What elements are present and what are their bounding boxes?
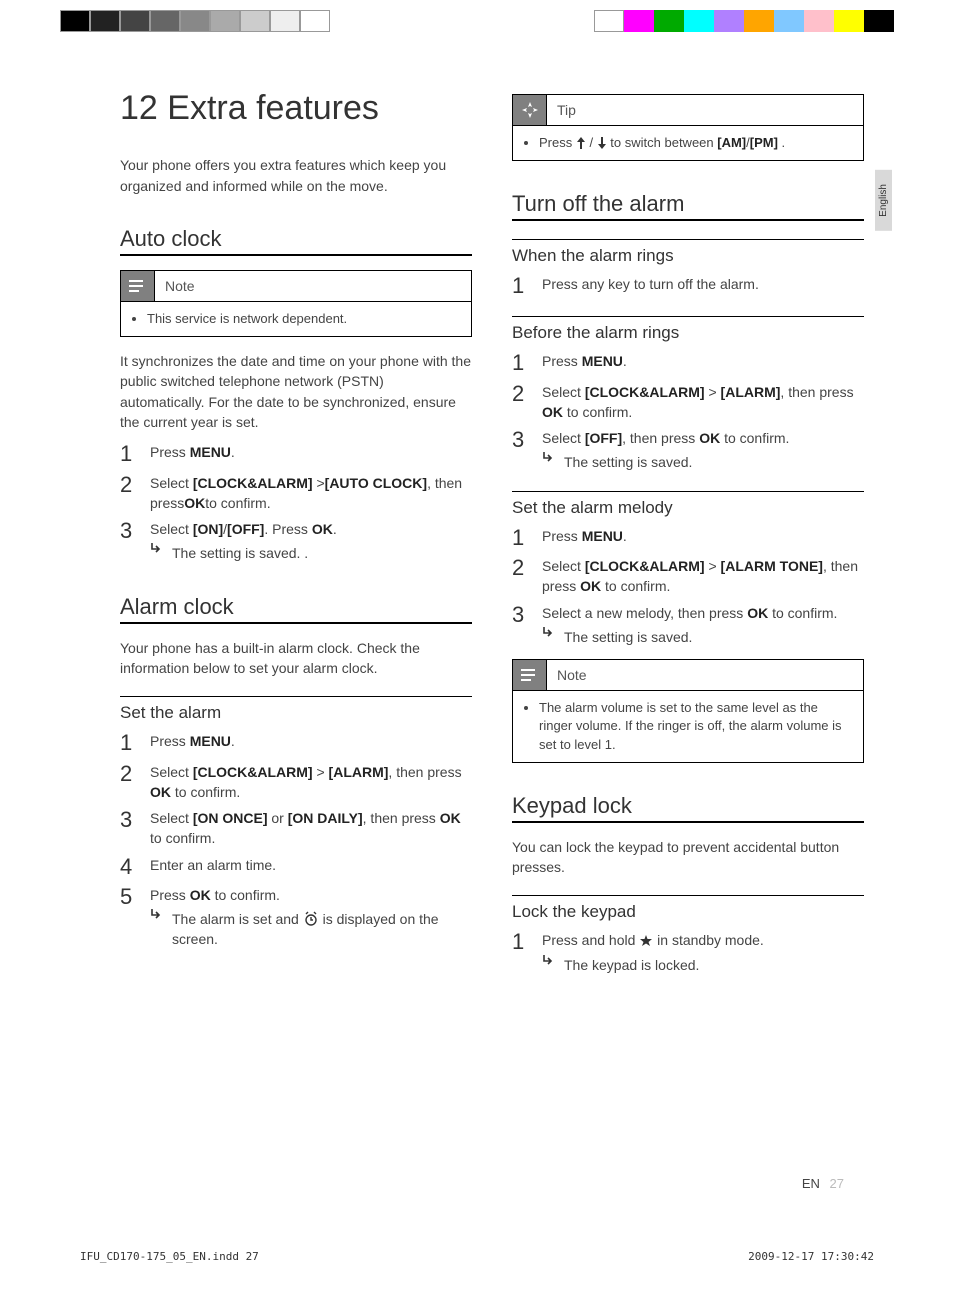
step-text: Press MENU. [542,351,864,375]
step-text: Select [OFF], then press OK to confirm. … [542,428,864,473]
print-slug: IFU_CD170-175_05_EN.indd 27 2009-12-17 1… [80,1250,874,1263]
note-text: The alarm volume is set to the same leve… [539,699,851,754]
color-swatches [594,10,894,32]
intro-text: Your phone offers you extra features whi… [120,155,472,196]
step-text: Select [CLOCK&ALARM] >[AUTO CLOCK], then… [150,473,472,514]
tip-box: Tip Press / to switch between [AM]/[PM] … [512,94,864,161]
melody-steps: 1Press MENU. 2Select [CLOCK&ALARM] > [AL… [512,526,864,647]
slug-filename: IFU_CD170-175_05_EN.indd 27 [80,1250,259,1263]
note-label: Note [165,272,195,300]
note-icon [513,660,547,690]
star-key-icon [639,934,653,948]
auto-clock-steps: 1Press MENU. 2Select [CLOCK&ALARM] >[AUT… [120,442,472,563]
result-arrow-icon [150,543,164,563]
step-text: Select a new melody, then press OK to co… [542,603,864,648]
down-arrow-key-icon [597,136,607,150]
tip-text: Press / to switch between [AM]/[PM] . [539,134,851,152]
result-arrow-icon [542,627,556,647]
grayscale-swatches [60,10,330,32]
page-content: 12 Extra features Your phone offers you … [120,90,864,1191]
left-column: 12 Extra features Your phone offers you … [120,90,472,1191]
result-arrow-icon [542,452,556,472]
step-text: Select [ON]/[OFF]. Press OK. The setting… [150,519,472,564]
result-arrow-icon [542,955,556,975]
page-number: 27 [830,1176,844,1191]
before-rings-steps: 1Press MENU. 2Select [CLOCK&ALARM] > [AL… [512,351,864,472]
footer-lang: EN [802,1176,820,1191]
alarm-clock-icon [303,911,319,927]
subheading-alarm-melody: Set the alarm melody [512,491,864,518]
alarm-desc: Your phone has a built-in alarm clock. C… [120,638,472,679]
step-text: Press MENU. [150,442,472,466]
language-tab: English [875,170,892,231]
set-alarm-steps: 1Press MENU. 2Select [CLOCK&ALARM] > [AL… [120,731,472,949]
section-keypad-lock: Keypad lock [512,793,864,823]
subheading-when-rings: When the alarm rings [512,239,864,266]
registration-marks [0,10,954,32]
subheading-set-alarm: Set the alarm [120,696,472,723]
note-box: Note The alarm volume is set to the same… [512,659,864,763]
step-text: Press OK to confirm. The alarm is set an… [150,885,472,950]
right-column: Tip Press / to switch between [AM]/[PM] … [512,90,864,1191]
auto-clock-desc: It synchronizes the date and time on you… [120,351,472,432]
when-rings-steps: 1Press any key to turn off the alarm. [512,274,864,298]
step-text: Enter an alarm time. [150,855,472,879]
up-arrow-key-icon [576,136,586,150]
lock-keypad-steps: 1Press and hold in standby mode. The key… [512,930,864,975]
keypad-desc: You can lock the keypad to prevent accid… [512,837,864,878]
slug-timestamp: 2009-12-17 17:30:42 [748,1250,874,1263]
subheading-lock-keypad: Lock the keypad [512,895,864,922]
section-turn-off-alarm: Turn off the alarm [512,191,864,221]
page-footer: EN 27 [802,1176,844,1191]
step-text: Press MENU. [542,526,864,550]
tip-label: Tip [557,96,576,124]
step-text: Select [CLOCK&ALARM] > [ALARM], then pre… [542,382,864,423]
step-text: Select [CLOCK&ALARM] > [ALARM], then pre… [150,762,472,803]
section-auto-clock: Auto clock [120,226,472,256]
chapter-title: 12 Extra features [120,90,472,127]
step-text: Select [CLOCK&ALARM] > [ALARM TONE], the… [542,556,864,597]
step-text: Press and hold in standby mode. The keyp… [542,930,864,975]
section-alarm-clock: Alarm clock [120,594,472,624]
note-text: This service is network dependent. [147,310,459,328]
step-text: Select [ON ONCE] or [ON DAILY], then pre… [150,808,472,849]
subheading-before-rings: Before the alarm rings [512,316,864,343]
tip-icon [513,95,547,125]
step-text: Press MENU. [150,731,472,755]
note-icon [121,271,155,301]
note-label: Note [557,661,587,689]
result-arrow-icon [150,909,164,950]
step-text: Press any key to turn off the alarm. [542,274,864,298]
note-box: Note This service is network dependent. [120,270,472,337]
